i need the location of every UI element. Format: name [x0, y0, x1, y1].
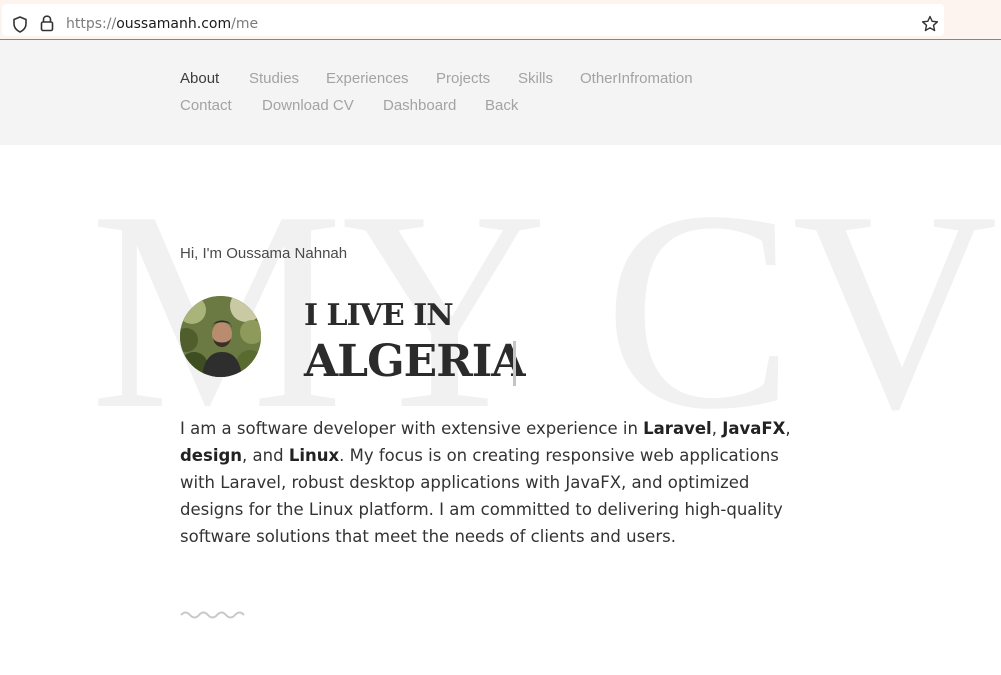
lock-icon[interactable]	[40, 15, 54, 36]
url-scheme: https://	[66, 16, 117, 32]
nav-dashboard[interactable]: Dashboard	[383, 97, 456, 115]
main-nav: About Studies Experiences Projects Skill…	[0, 40, 1001, 145]
nav-contact[interactable]: Contact	[180, 97, 232, 115]
about-paragraph: I am a software developer with extensive…	[180, 415, 800, 550]
nav-download-cv[interactable]: Download CV	[262, 97, 354, 115]
nav-studies[interactable]: Studies	[249, 70, 299, 88]
about-text: ,	[711, 419, 723, 438]
skill-laravel: Laravel	[643, 419, 712, 438]
typing-caret	[513, 341, 516, 386]
skill-linux: Linux	[288, 446, 340, 465]
url-host: oussamanh.com	[116, 16, 232, 32]
address-field[interactable]: https://oussamanh.com/me	[2, 4, 944, 36]
about-text: , and	[242, 446, 289, 465]
url-text[interactable]: https://oussamanh.com/me	[66, 16, 258, 32]
greeting: Hi, I'm Oussama Nahnah	[180, 245, 348, 262]
nav-about[interactable]: About	[180, 70, 219, 88]
nav-projects[interactable]: Projects	[436, 70, 490, 88]
url-path: /me	[231, 16, 259, 32]
about-text: ,	[785, 419, 791, 438]
skill-design: design	[180, 446, 243, 465]
browser-url-bar: https://oussamanh.com/me	[0, 0, 1001, 40]
shield-icon[interactable]	[12, 16, 28, 37]
country-heading: ALGERIA	[304, 336, 525, 387]
avatar	[180, 296, 261, 377]
about-text: I am a software developer with extensive…	[180, 419, 644, 438]
skill-javafx: JavaFX	[722, 419, 786, 438]
star-icon[interactable]	[921, 15, 939, 37]
wave-divider	[180, 606, 248, 625]
nav-skills[interactable]: Skills	[518, 70, 553, 88]
live-in-heading: I LIVE IN	[304, 298, 454, 333]
nav-other-information[interactable]: OtherInfromation	[580, 70, 693, 88]
nav-back[interactable]: Back	[485, 97, 518, 115]
nav-experiences[interactable]: Experiences	[326, 70, 409, 88]
